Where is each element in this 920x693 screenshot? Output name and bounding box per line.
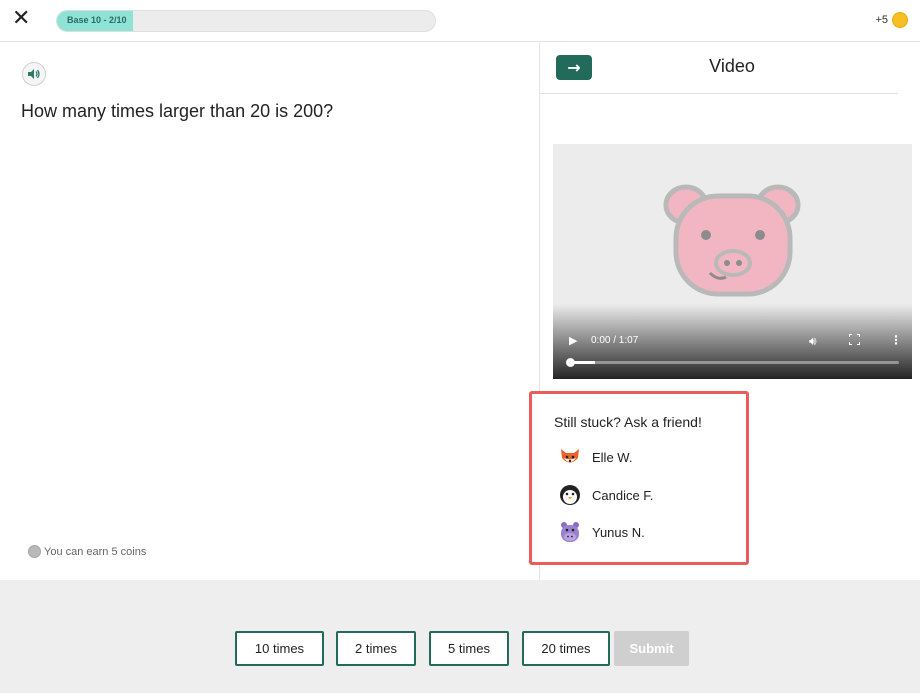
fullscreen-icon[interactable] [849, 334, 860, 345]
lesson-progress-bar: Base 10 - 2/10 [56, 10, 436, 32]
video-player[interactable]: ▶ 0:00 / 1:07 🔊︎ ⋮ [553, 144, 912, 379]
friend-name: Candice F. [592, 487, 654, 503]
speaker-glyph [28, 69, 40, 79]
speaker-icon[interactable] [22, 62, 46, 86]
close-icon[interactable]: ✕ [12, 8, 32, 30]
video-panel-title: Video [709, 56, 755, 76]
friend-name: Elle W. [592, 449, 633, 465]
pig-thumbnail [663, 184, 801, 297]
fox-avatar-icon [561, 449, 579, 463]
penguin-avatar-icon [560, 485, 580, 505]
seek-handle[interactable] [566, 358, 575, 367]
answer-bar: 10 times 2 times 5 times 20 times Submit [0, 580, 920, 693]
answer-option-2-times[interactable]: 2 times [336, 631, 416, 666]
friend-name: Yunus N. [592, 524, 645, 540]
answer-option-5-times[interactable]: 5 times [429, 631, 509, 666]
answer-option-20-times[interactable]: 20 times [522, 631, 610, 666]
ask-a-friend-panel: Still stuck? Ask a friend! Elle W. Candi… [529, 391, 749, 565]
answer-option-10-times[interactable]: 10 times [235, 631, 324, 666]
friend-item[interactable]: Elle W. [558, 445, 632, 469]
divider [540, 93, 898, 94]
coin-count: +5 [875, 14, 888, 26]
hippo-avatar-icon [561, 522, 579, 542]
top-bar: ✕ Base 10 - 2/10 +5 [0, 0, 920, 42]
coin-counter: +5 [875, 12, 908, 28]
earn-coins-text: You can earn 5 coins [44, 545, 147, 558]
play-icon[interactable]: ▶ [569, 334, 577, 347]
earn-coins-note: You can earn 5 coins [28, 545, 146, 558]
friend-item[interactable]: Yunus N. [558, 520, 645, 544]
submit-button[interactable]: Submit [614, 631, 689, 666]
video-seek-bar[interactable] [566, 358, 899, 367]
more-options-icon[interactable]: ⋮ [890, 333, 902, 347]
progress-label: Base 10 - 2/10 [67, 15, 127, 25]
ask-friend-title: Still stuck? Ask a friend! [554, 414, 702, 430]
coin-icon [28, 545, 41, 558]
video-time: 0:00 / 1:07 [591, 335, 639, 346]
coin-icon [892, 12, 908, 28]
friend-item[interactable]: Candice F. [558, 483, 653, 507]
question-text: How many times larger than 20 is 200? [21, 101, 334, 121]
volume-icon[interactable]: 🔊︎ [809, 334, 817, 349]
question-pane: How many times larger than 20 is 200? Yo… [0, 43, 539, 580]
